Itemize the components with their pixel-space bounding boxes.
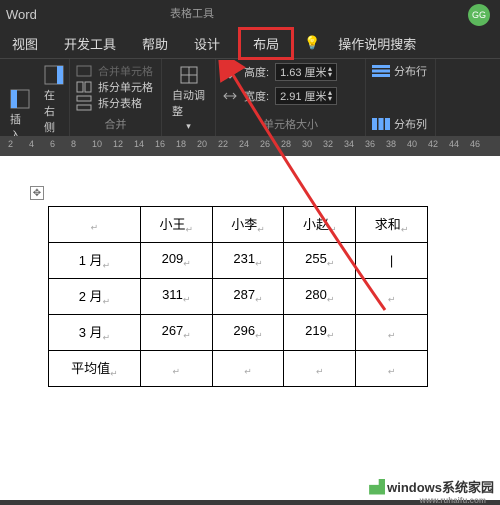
title-bar: Word [0,0,500,28]
col-width-control[interactable]: 宽度: 2.91 厘米▴▾ [222,87,359,105]
ruler-mark: 38 [386,139,396,149]
table-header-cell[interactable]: 求和↵ [356,207,428,243]
ruler-mark: 2 [8,139,13,149]
ruler-mark: 6 [50,139,55,149]
document-page: ✥ ↵ 小王↵ 小李↵ 小赵↵ 求和↵ 1 月↵ 209↵ 231↵ 255↵ … [0,156,500,500]
table-header-cell[interactable]: 小李↵ [212,207,284,243]
ruler-mark: 14 [134,139,144,149]
tab-layout[interactable]: 布局 [238,27,294,60]
account-badge[interactable]: GG [468,4,490,26]
lightbulb-icon: 💡 [304,35,320,51]
height-icon [222,64,238,80]
ribbon: 插入 在右侧插入 合并单元格 拆分单元格 拆分表格 合并 自动调整 ▾ 高度: … [0,58,500,136]
table-cell[interactable]: ↵ [140,351,212,387]
table-cell[interactable]: 287↵ [212,279,284,315]
ruler-mark: 36 [365,139,375,149]
ruler-mark: 34 [344,139,354,149]
table-insert-icon [10,89,30,109]
table-cell[interactable]: ↵ [356,315,428,351]
table-cell[interactable]: 3 月↵ [49,315,141,351]
split-cells-button[interactable]: 拆分单元格 [76,79,155,95]
ruler-mark: 18 [176,139,186,149]
table-cell[interactable]: ↵ [356,351,428,387]
ruler-mark: 24 [239,139,249,149]
ruler-mark: 20 [197,139,207,149]
table-cell[interactable]: 296↵ [212,315,284,351]
table-cell[interactable]: ↵ [284,351,356,387]
ruler-mark: 26 [260,139,270,149]
table-header-row: ↵ 小王↵ 小李↵ 小赵↵ 求和↵ [49,207,428,243]
chevron-down-icon: ▾ [186,121,191,132]
table-cell[interactable]: 219↵ [284,315,356,351]
table-header-cell[interactable]: ↵ [49,207,141,243]
table-cell[interactable]: 280↵ [284,279,356,315]
table-cell[interactable]: ↵ [356,279,428,315]
table-insert-right-icon [44,65,64,85]
merge-group-label: 合并 [76,114,155,132]
table-cell-active[interactable] [356,243,428,279]
autofit-icon [179,65,199,85]
distribute-rows-button[interactable]: 分布行 [372,63,429,79]
ruler-mark: 16 [155,139,165,149]
table-cell[interactable]: 209↵ [140,243,212,279]
distribute-rows-icon [372,65,390,77]
ruler-mark: 8 [71,139,76,149]
distribute-cols-button[interactable]: 分布列 [372,116,429,132]
table-cell[interactable]: 267↵ [140,315,212,351]
table-cell[interactable]: 255↵ [284,243,356,279]
table-cell[interactable]: 平均值↵ [49,351,141,387]
ruler-mark: 32 [323,139,333,149]
ruler-mark: 10 [92,139,102,149]
ruler-mark: 40 [407,139,417,149]
ruler-mark: 46 [470,139,480,149]
width-icon [222,88,238,104]
ruler-mark: 22 [218,139,228,149]
table-cell[interactable]: 1 月↵ [49,243,141,279]
ruler-mark: 30 [302,139,312,149]
table-row: 2 月↵ 311↵ 287↵ 280↵ ↵ [49,279,428,315]
row-height-control[interactable]: 高度: 1.63 厘米▴▾ [222,63,359,81]
table-row: 3 月↵ 267↵ 296↵ 219↵ ↵ [49,315,428,351]
merge-cells-button[interactable]: 合并单元格 [76,63,155,79]
table-row: 平均值↵ ↵ ↵ ↵ ↵ [49,351,428,387]
watermark: windows系统家园 www.ruhaifu.com [369,477,494,496]
table-cell[interactable]: 311↵ [140,279,212,315]
autofit-button[interactable]: 自动调整 ▾ [168,63,209,134]
ruler-mark: 28 [281,139,291,149]
table-cell[interactable]: 231↵ [212,243,284,279]
ruler-mark: 4 [29,139,34,149]
ruler-mark: 44 [449,139,459,149]
table-tools-context: 表格工具 [170,5,214,21]
watermark-logo-icon [369,479,385,495]
split-table-button[interactable]: 拆分表格 [76,95,155,111]
cell-size-group-label: 单元格大小 [222,114,359,132]
split-table-icon [76,95,92,111]
height-spinner[interactable]: 1.63 厘米▴▾ [275,63,337,81]
horizontal-ruler[interactable]: 2468101214161820222426283032343638404244… [0,136,500,156]
distribute-cols-icon [372,118,390,130]
ruler-mark: 42 [428,139,438,149]
tab-developer[interactable]: 开发工具 [56,29,124,58]
table-row: 1 月↵ 209↵ 231↵ 255↵ [49,243,428,279]
split-cells-icon [76,79,92,95]
width-spinner[interactable]: 2.91 厘米▴▾ [275,87,337,105]
table-cell[interactable]: 2 月↵ [49,279,141,315]
table-header-cell[interactable]: 小赵↵ [284,207,356,243]
spinner-arrows-icon: ▴▾ [328,90,332,102]
merge-icon [76,63,92,79]
tell-me-search[interactable]: 操作说明搜索 [330,29,424,58]
tab-view[interactable]: 视图 [4,29,46,58]
table-header-cell[interactable]: 小王↵ [140,207,212,243]
tab-help[interactable]: 帮助 [134,29,176,58]
data-table[interactable]: ↵ 小王↵ 小李↵ 小赵↵ 求和↵ 1 月↵ 209↵ 231↵ 255↵ 2 … [48,206,428,387]
app-title: Word [6,7,494,22]
spinner-arrows-icon: ▴▾ [328,66,332,78]
table-cell[interactable]: ↵ [212,351,284,387]
table-move-handle[interactable]: ✥ [30,186,44,200]
ribbon-tabs: 视图 开发工具 帮助 设计 布局 💡 操作说明搜索 [0,28,500,58]
ruler-mark: 12 [113,139,123,149]
tab-design[interactable]: 设计 [186,29,228,58]
